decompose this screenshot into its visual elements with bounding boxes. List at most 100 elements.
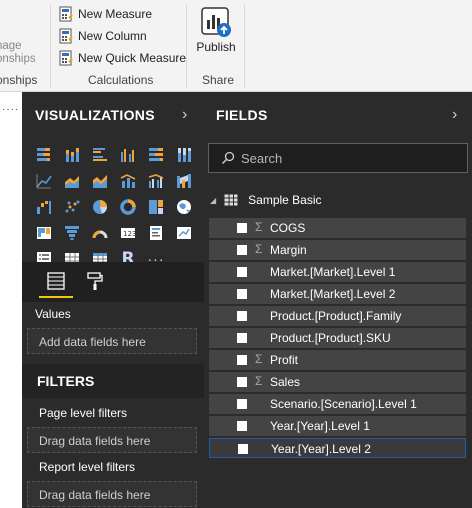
visualizations-title: VISUALIZATIONS: [35, 107, 155, 123]
funnel-chart-icon[interactable]: [58, 220, 86, 246]
gauge-icon[interactable]: [86, 220, 114, 246]
waterfall-chart-icon[interactable]: [30, 194, 58, 220]
field-name: Product.[Product].SKU: [270, 331, 391, 345]
scatter-chart-icon[interactable]: [58, 194, 86, 220]
field-checkbox[interactable]: [237, 355, 247, 365]
relationships-group-label: onships: [0, 73, 38, 87]
fields-title: FIELDS: [216, 107, 268, 123]
calculations-group-label: Calculations: [88, 73, 154, 87]
clustered-column-chart-icon[interactable]: [114, 142, 142, 168]
expand-caret-icon[interactable]: ◢: [210, 196, 216, 205]
100-stacked-column-chart-icon[interactable]: [170, 142, 198, 168]
publish-label: Publish: [196, 40, 236, 54]
ribbon-chart-icon[interactable]: [170, 168, 198, 194]
field-item[interactable]: Σ COGS: [209, 218, 466, 238]
ribbon-divider: [186, 4, 187, 88]
calculator-icon: [59, 28, 73, 44]
values-label: Values: [35, 307, 71, 321]
fields-tab[interactable]: [39, 270, 73, 298]
stacked-column-chart-icon[interactable]: [58, 142, 86, 168]
publish-button[interactable]: Publish: [192, 6, 240, 54]
field-name: Profit: [270, 353, 299, 367]
filled-map-icon[interactable]: [30, 220, 58, 246]
field-item[interactable]: Σ Margin: [209, 240, 466, 260]
line-chart-icon[interactable]: [30, 168, 58, 194]
sigma-icon: Σ: [255, 220, 263, 234]
field-checkbox[interactable]: [237, 421, 247, 431]
share-group-label: Share: [202, 73, 235, 87]
sigma-icon: Σ: [255, 352, 263, 366]
field-checkbox[interactable]: [237, 333, 247, 343]
field-checkbox[interactable]: [238, 444, 248, 454]
manage-relationships-button[interactable]: nage onships onships: [0, 0, 48, 92]
manage-relationships-label-1: nage: [0, 40, 22, 52]
filters-title: FILTERS: [37, 373, 95, 389]
visualizations-pane: VISUALIZATIONS › 123 R ··· Values Add da…: [22, 92, 204, 508]
format-tab[interactable]: [84, 270, 106, 292]
table-sample-basic[interactable]: ◢ Sample Basic: [210, 191, 322, 209]
field-checkbox[interactable]: [237, 289, 247, 299]
map-icon[interactable]: [170, 194, 198, 220]
values-drop-well[interactable]: Add data fields here: [27, 328, 197, 354]
field-item[interactable]: Market.[Market].Level 1: [209, 262, 466, 282]
search-input[interactable]: [241, 150, 441, 166]
field-checkbox[interactable]: [237, 311, 247, 321]
table-icon: [224, 194, 238, 206]
collapse-fields-icon[interactable]: ›: [452, 106, 457, 124]
line-and-stacked-column-chart-icon[interactable]: [114, 168, 142, 194]
field-item[interactable]: Product.[Product].SKU: [209, 328, 466, 348]
publish-icon: [201, 7, 231, 37]
new-column-button[interactable]: New Column: [58, 27, 147, 45]
field-item[interactable]: Year.[Year].Level 1: [209, 416, 466, 436]
filters-header: FILTERS: [22, 364, 204, 398]
field-item[interactable]: Year.[Year].Level 2: [209, 438, 466, 458]
stacked-area-chart-icon[interactable]: [86, 168, 114, 194]
report-filters-drop-well[interactable]: Drag data fields here: [27, 481, 197, 507]
kpi-icon[interactable]: [170, 220, 198, 246]
search-box[interactable]: [208, 143, 468, 173]
report-canvas-edge: ····: [0, 92, 22, 508]
sigma-icon: Σ: [255, 242, 263, 256]
new-column-label: New Column: [78, 29, 147, 43]
field-name: Year.[Year].Level 2: [271, 442, 371, 456]
pie-chart-icon[interactable]: [86, 194, 114, 220]
line-and-clustered-column-chart-icon[interactable]: [142, 168, 170, 194]
new-quick-measure-label: New Quick Measure: [78, 51, 187, 65]
field-item[interactable]: Σ Sales: [209, 372, 466, 392]
field-name: COGS: [270, 221, 306, 235]
donut-chart-icon[interactable]: [114, 194, 142, 220]
more-options-icon[interactable]: ····: [2, 104, 19, 115]
field-item[interactable]: Product.[Product].Family: [209, 306, 466, 326]
field-name: Year.[Year].Level 1: [270, 419, 370, 433]
clustered-bar-chart-icon[interactable]: [86, 142, 114, 168]
new-measure-button[interactable]: New Measure: [58, 5, 152, 23]
field-name: Market.[Market].Level 2: [270, 287, 396, 301]
field-item[interactable]: Σ Profit: [209, 350, 466, 370]
treemap-icon[interactable]: [142, 194, 170, 220]
field-checkbox[interactable]: [237, 399, 247, 409]
card-icon[interactable]: 123: [114, 220, 142, 246]
field-checkbox[interactable]: [237, 223, 247, 233]
collapse-visualizations-icon[interactable]: ›: [182, 106, 187, 124]
new-quick-measure-button[interactable]: New Quick Measure: [58, 49, 186, 67]
fields-well-icon: [47, 272, 65, 290]
fields-pane: FIELDS › ◢ Sample Basic Σ COGS Σ Margin Mark…: [204, 92, 472, 508]
paint-roller-icon: [87, 272, 103, 290]
field-checkbox[interactable]: [237, 245, 247, 255]
svg-text:123: 123: [123, 230, 136, 238]
field-item[interactable]: Market.[Market].Level 2: [209, 284, 466, 304]
field-name: Product.[Product].Family: [270, 309, 402, 323]
manage-relationships-label-2: onships: [0, 53, 36, 65]
field-item[interactable]: Scenario.[Scenario].Level 1: [209, 394, 466, 414]
table-name: Sample Basic: [248, 193, 322, 207]
page-filters-drop-well[interactable]: Drag data fields here: [27, 427, 197, 453]
multi-row-card-icon[interactable]: [142, 220, 170, 246]
stacked-bar-chart-icon[interactable]: [30, 142, 58, 168]
new-measure-label: New Measure: [78, 7, 153, 21]
area-chart-icon[interactable]: [58, 168, 86, 194]
100-stacked-bar-chart-icon[interactable]: [142, 142, 170, 168]
fields-scrollbar[interactable]: [466, 210, 472, 508]
calculator-icon: [59, 6, 73, 22]
field-checkbox[interactable]: [237, 267, 247, 277]
field-checkbox[interactable]: [237, 377, 247, 387]
